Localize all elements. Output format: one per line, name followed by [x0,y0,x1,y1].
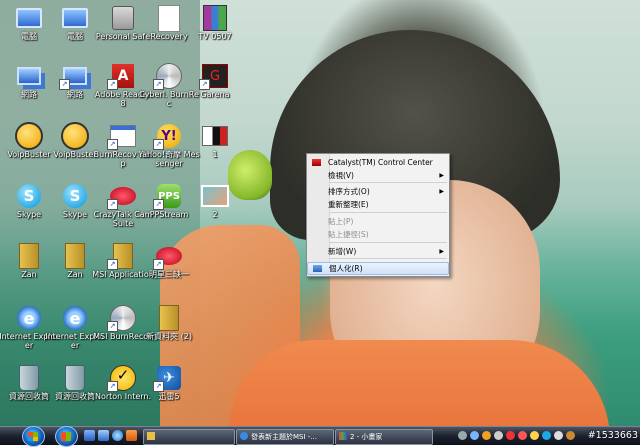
desktop-icon-label: 2 [212,210,218,219]
context-menu-item-label: 重新整理(E) [328,200,369,209]
desktop-icon-label: 明星三缺一 [149,270,189,279]
tray-arrow-icon[interactable] [458,431,467,440]
submenu-arrow-icon: ▶ [439,188,444,195]
tray-antivirus-icon[interactable] [506,431,515,440]
context-menu-item-0[interactable]: Catalyst(TM) Control Center [307,157,449,168]
context-menu-item-4: 貼上(P) [307,216,449,227]
folder-zip-icon [155,304,183,332]
desktop-icon-label: 新資料夾 (2) [146,332,192,341]
tray-skype-icon[interactable] [542,431,551,440]
context-menu-item-7[interactable]: 個人化(R) [307,262,449,275]
voipbuster-icon [61,122,89,150]
submenu-arrow-icon: ▶ [439,172,444,179]
context-menu-item-2[interactable]: 排序方式(O) ▶ [307,186,449,197]
tray-ime-icon[interactable] [554,431,563,440]
shortcut-arrow-icon: ↗ [107,321,118,332]
desktop-icon-tv[interactable]: TV 0507 [186,2,244,60]
desktop-icon-label: TV 0507 [198,32,232,41]
shortcut-arrow-icon: ↗ [107,79,118,90]
tray-app-icon[interactable] [482,431,491,440]
context-menu-item-label: 檢視(V) [328,171,354,180]
recycle-bin-icon [61,364,89,392]
computer-icon [61,4,89,32]
tray-network-icon[interactable] [470,431,479,440]
lock-icon [109,4,137,32]
skype-icon: S [61,182,89,210]
desktop-context-menu: Catalyst(TM) Control Center 檢視(V) ▶ 排序方式(O)… [306,153,450,277]
menu-separator [329,212,447,213]
context-menu-item-label: 個人化(R) [329,264,363,273]
context-menu-item-1[interactable]: 檢視(V) ▶ [307,170,449,181]
tray-volume-icon[interactable] [494,431,503,440]
context-menu-item-label: 貼上捷徑(S) [328,230,369,239]
tray-messenger-icon[interactable] [530,431,539,440]
menu-separator [329,258,447,259]
folder-zip-icon [15,242,43,270]
taskbar: 發表新主題於MSI -... 2 - 小畫家 #1533663 [0,426,640,447]
tray-update-icon[interactable] [566,431,575,440]
system-tray: #1533663 [452,428,640,444]
desktop-icon-img1[interactable]: 1 [186,120,244,178]
voipbuster-icon [15,122,43,150]
quicklaunch-switch-windows-icon[interactable] [98,430,109,441]
taskbar-button-ie[interactable]: 發表新主題於MSI -... [236,429,334,445]
internet-explorer-icon: e [15,304,43,332]
internet-explorer-icon [240,432,248,440]
catalyst-icon [312,159,321,166]
image-icon [201,122,229,150]
context-menu-item-5: 貼上捷徑(S) [307,229,449,240]
quicklaunch-media-icon[interactable] [126,430,137,441]
desktop-icon-img2[interactable]: 2 [186,180,244,238]
desktop-icon-cn[interactable]: ✈ ↗ 迅雷5 [140,362,198,420]
taskbar-button-paint[interactable]: 2 - 小畫家 [335,429,433,445]
shortcut-arrow-icon: ↗ [107,259,118,270]
desktop-icon-label: Garena [200,90,230,99]
submenu-arrow-icon: ▶ [439,248,444,255]
folder-icon [147,432,155,440]
rar-archive-icon [201,4,229,32]
context-menu-item-6[interactable]: 新增(W) ▶ [307,246,449,257]
menu-separator [329,182,447,183]
shortcut-arrow-icon: ↗ [153,139,164,150]
photo-icon [201,182,229,210]
shortcut-arrow-icon: ↗ [107,381,118,392]
internet-explorer-icon: e [61,304,89,332]
menu-separator [329,242,447,243]
shortcut-arrow-icon: ↗ [153,79,164,90]
shortcut-arrow-icon: ↗ [153,381,164,392]
context-menu-item-label: 新增(W) [328,247,357,256]
watermark-id-text: #1533663 [587,430,638,441]
quicklaunch-show-desktop-icon[interactable] [84,430,95,441]
shortcut-arrow-icon: ↗ [59,79,70,90]
taskbar-button-explorer[interactable] [143,429,235,445]
context-menu-item-label: Catalyst(TM) Control Center [328,158,433,167]
folder-zip-icon [61,242,89,270]
network-icon [15,62,43,90]
wallpaper-shirt [230,340,610,426]
shortcut-arrow-icon: ↗ [153,259,164,270]
context-menu-item-label: 排序方式(O) [328,187,370,196]
shortcut-arrow-icon: ↗ [107,199,118,210]
desktop-icon-label: 迅雷5 [158,392,180,401]
desktop-icon-game[interactable]: ↗ 明星三缺一 [140,240,198,298]
desktop-icon-garena[interactable]: G ↗ Garena [186,60,244,118]
recycle-bin-icon [15,364,43,392]
context-menu-item-3[interactable]: 重新整理(E) [307,199,449,210]
context-menu-item-label: 貼上(P) [328,217,354,226]
shortcut-arrow-icon: ↗ [107,139,118,150]
personalize-icon [313,265,322,272]
document-icon [155,4,183,32]
shortcut-arrow-icon: ↗ [199,79,210,90]
quicklaunch-ie-icon[interactable] [112,430,123,441]
desktop[interactable]: 電腦 電腦 Personal Safe Recovery TV 0507 網路 ↗ 網路 A ↗ A… [0,0,640,426]
computer-icon [15,4,43,32]
desktop-icon-label: 1 [212,150,218,159]
paint-icon [339,432,347,440]
shortcut-arrow-icon: ↗ [153,199,164,210]
skype-icon: S [15,182,43,210]
tray-garena-icon[interactable] [518,431,527,440]
desktop-icon-newzip[interactable]: 新資料夾 (2) [140,302,198,360]
